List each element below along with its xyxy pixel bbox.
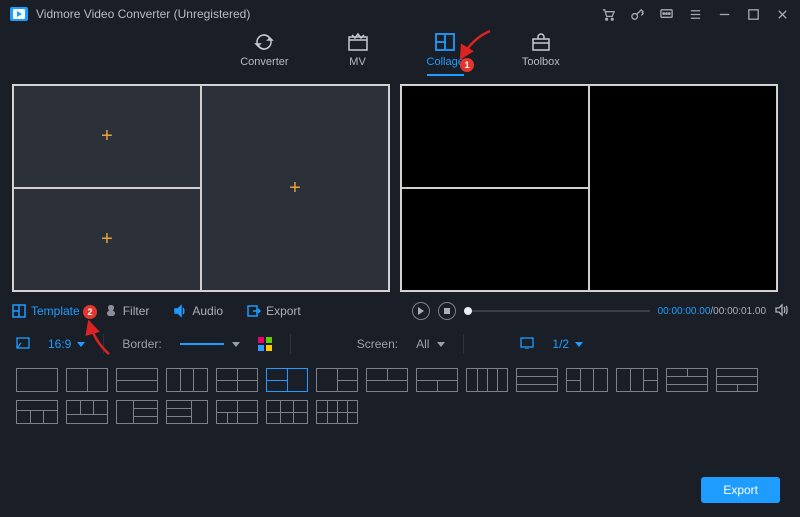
template-item[interactable] (616, 368, 658, 392)
title-bar: Vidmore Video Converter (Unregistered) (0, 0, 800, 28)
screen-value: All (416, 337, 429, 351)
maximize-icon[interactable] (746, 7, 761, 22)
progress-slider[interactable] (464, 310, 650, 312)
converter-icon (253, 32, 275, 52)
workspace (0, 78, 800, 296)
templates-grid (0, 362, 800, 430)
export-icon (247, 304, 261, 318)
tab-collage[interactable]: Collage (427, 32, 464, 68)
chevron-down-icon (437, 342, 445, 347)
tab-toolbox[interactable]: Toolbox (522, 32, 560, 68)
template-item[interactable] (66, 400, 108, 424)
screen-label: Screen: (357, 337, 398, 351)
template-item[interactable] (716, 368, 758, 392)
subtab-audio[interactable]: Audio (173, 304, 223, 318)
plus-icon (101, 125, 113, 148)
separator (103, 334, 104, 354)
template-item[interactable] (66, 368, 108, 392)
screen-mode-icon[interactable] (520, 337, 534, 352)
separator (290, 334, 291, 354)
template-item[interactable] (316, 400, 358, 424)
key-icon[interactable] (630, 7, 645, 22)
cart-icon[interactable] (601, 7, 616, 22)
template-item[interactable] (316, 368, 358, 392)
subtab-label: Template (31, 304, 80, 318)
page-dropdown[interactable]: 1/2 (552, 337, 583, 351)
minimize-icon[interactable] (717, 7, 732, 22)
subtab-label: Audio (192, 304, 223, 318)
border-label: Border: (122, 337, 161, 351)
collage-cell[interactable] (13, 85, 201, 188)
border-preview (180, 343, 224, 345)
border-style-dropdown[interactable] (180, 342, 240, 347)
app-logo-icon (10, 7, 28, 21)
template-item[interactable] (666, 368, 708, 392)
template-item[interactable] (216, 368, 258, 392)
play-button[interactable] (412, 302, 430, 320)
window-controls (601, 7, 790, 22)
subtab-label: Export (266, 304, 301, 318)
subtab-export[interactable]: Export (247, 304, 301, 318)
subtab-template[interactable]: Template (12, 304, 80, 318)
template-item[interactable] (166, 368, 208, 392)
subtab-label: Filter (123, 304, 150, 318)
template-icon (12, 304, 26, 318)
collage-cell[interactable] (13, 188, 201, 291)
template-item[interactable] (116, 368, 158, 392)
template-item[interactable] (216, 400, 258, 424)
time-display: 00:00:00.00/00:00:01.00 (658, 306, 766, 317)
filter-icon (104, 304, 118, 318)
template-item[interactable] (166, 400, 208, 424)
template-item[interactable] (16, 368, 58, 392)
collage-cell[interactable] (201, 85, 389, 291)
menu-icon[interactable] (688, 7, 703, 22)
template-item[interactable] (16, 400, 58, 424)
color-picker-icon[interactable] (258, 337, 272, 351)
volume-icon[interactable] (774, 303, 788, 320)
subtab-filter[interactable]: Filter (104, 304, 150, 318)
preview-cell (401, 85, 589, 188)
main-tabs: Converter MV Collage Toolbox (0, 28, 800, 78)
stop-button[interactable] (438, 302, 456, 320)
template-item[interactable] (516, 368, 558, 392)
collage-editor (12, 84, 390, 292)
tab-label: MV (349, 56, 366, 68)
preview-panel (400, 84, 778, 292)
app-title: Vidmore Video Converter (Unregistered) (36, 7, 601, 21)
template-item[interactable] (416, 368, 458, 392)
ratio-icon[interactable] (16, 337, 30, 352)
tab-label: Toolbox (522, 56, 560, 68)
player-bar: Template Filter Audio Export 00:00:00.00… (12, 302, 788, 320)
template-item[interactable] (116, 400, 158, 424)
template-item[interactable] (566, 368, 608, 392)
close-icon[interactable] (775, 7, 790, 22)
export-button[interactable]: Export (701, 477, 780, 503)
tab-label: Converter (240, 56, 288, 68)
template-item[interactable] (366, 368, 408, 392)
toolbox-icon (530, 32, 552, 52)
mv-icon (347, 32, 369, 52)
chevron-down-icon (232, 342, 240, 347)
ratio-value: 16:9 (48, 337, 71, 351)
ratio-dropdown[interactable]: 16:9 (48, 337, 85, 351)
screen-dropdown[interactable]: All (416, 337, 445, 351)
tab-mv[interactable]: MV (347, 32, 369, 68)
preview-cell (401, 188, 589, 291)
preview-cell (589, 85, 777, 291)
template-item[interactable] (266, 400, 308, 424)
feedback-icon[interactable] (659, 7, 674, 22)
settings-bar: 16:9 Border: Screen: All 1/2 (0, 320, 800, 362)
separator (463, 334, 464, 354)
tab-label: Collage (427, 56, 464, 68)
collage-icon (434, 32, 456, 52)
tab-converter[interactable]: Converter (240, 32, 288, 68)
page-value: 1/2 (552, 337, 569, 351)
template-item[interactable] (466, 368, 508, 392)
audio-icon (173, 304, 187, 318)
plus-icon (289, 177, 301, 200)
template-item[interactable] (266, 368, 308, 392)
plus-icon (101, 228, 113, 251)
